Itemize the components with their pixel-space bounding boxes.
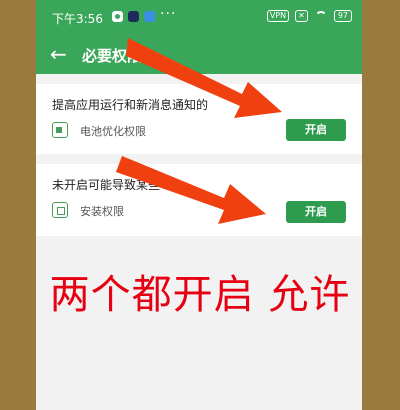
annotation-arrows — [116, 38, 282, 224]
arrow-icon — [116, 156, 266, 224]
instruction-overlay-text: 两个都开启 允许 — [49, 272, 351, 318]
arrow-icon — [126, 38, 282, 118]
